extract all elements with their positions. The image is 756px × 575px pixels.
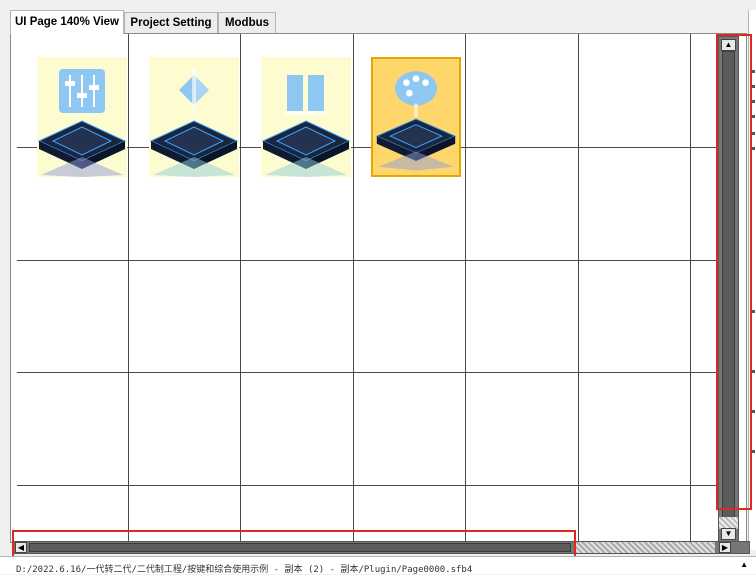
tab-bar: UI Page 140% View Project Setting Modbus (0, 0, 756, 35)
grid-line (465, 34, 466, 542)
side-panel-edge (748, 10, 756, 550)
grid-line (17, 485, 717, 486)
horizontal-scrollbar[interactable]: ◀ ▶ (12, 541, 750, 554)
horizontal-scroll-thumb[interactable] (29, 543, 571, 552)
grid-line (353, 34, 354, 542)
file-path-text: D:/2022.6.16/一代转二代/二代制工程/按键和综合使用示例 - 副本 … (16, 565, 473, 575)
expand-up-icon[interactable]: ▲ (740, 560, 748, 569)
page-grid-view[interactable] (10, 33, 747, 543)
tab-project-setting[interactable]: Project Setting (124, 12, 218, 33)
equalizer-sliders-icon[interactable] (37, 57, 127, 177)
grid-line (578, 34, 579, 542)
bar-blocks-icon[interactable] (261, 57, 351, 177)
vertical-scroll-thumb[interactable] (722, 51, 735, 529)
scroll-left-icon[interactable]: ◀ (15, 542, 27, 553)
scroll-right-icon[interactable]: ▶ (719, 542, 731, 553)
grid-line (128, 34, 129, 542)
grid-line (17, 372, 717, 373)
vertical-scrollbar[interactable]: ▲ ▼ (718, 36, 739, 542)
grid-line (240, 34, 241, 542)
palette-icon[interactable] (371, 57, 461, 177)
scroll-track[interactable] (575, 542, 715, 553)
scroll-down-icon[interactable]: ▼ (721, 528, 736, 540)
tab-modbus[interactable]: Modbus (218, 12, 276, 33)
status-bar: D:/2022.6.16/一代转二代/二代制工程/按键和综合使用示例 - 副本 … (0, 556, 756, 575)
grid-line (690, 34, 691, 542)
grid-line (17, 260, 717, 261)
tab-bar-filler (276, 12, 756, 35)
diamond-arrows-icon[interactable] (149, 57, 239, 177)
tab-ui-page-view[interactable]: UI Page 140% View (10, 10, 124, 34)
scroll-up-icon[interactable]: ▲ (721, 39, 736, 51)
